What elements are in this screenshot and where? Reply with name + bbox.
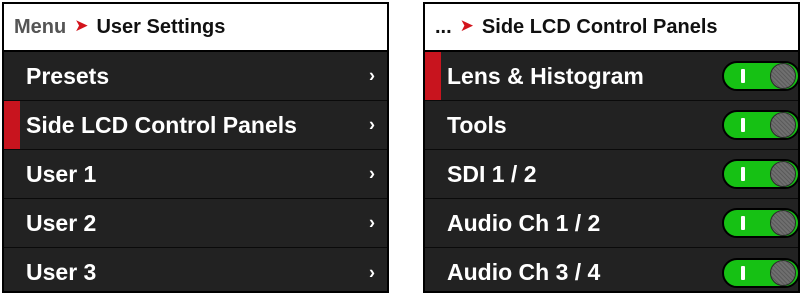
- selection-indicator: [425, 52, 441, 100]
- menu-item-label: Side LCD Control Panels: [26, 111, 297, 138]
- toggle-switch[interactable]: [722, 110, 798, 140]
- breadcrumb: ... ➤ Side LCD Control Panels: [425, 4, 798, 52]
- toggle-row-label: Tools: [447, 111, 507, 138]
- toggle-row-label: Lens & Histogram: [447, 62, 644, 89]
- breadcrumb: Menu ➤ User Settings: [4, 4, 387, 52]
- chevron-right-icon: ›: [369, 114, 375, 135]
- menu-item-user-2[interactable]: User 2 ›: [4, 199, 387, 248]
- menu-item-user-1[interactable]: User 1 ›: [4, 150, 387, 199]
- menu-item-label: User 2: [26, 209, 97, 236]
- toggle-knob: [770, 210, 796, 236]
- toggle-row-label: SDI 1 / 2: [447, 160, 537, 187]
- toggle-knob: [770, 259, 796, 286]
- toggle-row-audio-ch-1-2[interactable]: Audio Ch 1 / 2: [425, 199, 798, 248]
- page-title: User Settings: [96, 15, 226, 38]
- user-settings-panel: Menu ➤ User Settings Presets › Side LCD …: [2, 2, 389, 293]
- toggle-knob: [770, 112, 796, 138]
- toggle-on-icon: [741, 69, 745, 83]
- menu-item-label: Presets: [26, 62, 110, 89]
- page-title: Side LCD Control Panels: [481, 15, 718, 38]
- toggle-on-icon: [741, 216, 745, 230]
- breadcrumb-ellipsis[interactable]: ...: [435, 16, 452, 39]
- selection-indicator: [4, 101, 20, 149]
- toggle-row-label: Audio Ch 3 / 4: [447, 259, 601, 285]
- toggle-on-icon: [741, 167, 745, 181]
- menu-item-presets[interactable]: Presets ›: [4, 52, 387, 101]
- toggle-switch[interactable]: [722, 257, 798, 288]
- breadcrumb-arrow-icon: ➤: [74, 16, 89, 35]
- breadcrumb-arrow-icon: ➤: [459, 16, 474, 35]
- toggle-row-audio-ch-3-4[interactable]: Audio Ch 3 / 4: [425, 248, 798, 291]
- toggle-knob: [770, 161, 796, 187]
- chevron-right-icon: ›: [369, 212, 375, 233]
- menu-item-user-3[interactable]: User 3 ›: [4, 248, 387, 291]
- menu-item-side-lcd-control-panels[interactable]: Side LCD Control Panels ›: [4, 101, 387, 150]
- chevron-right-icon: ›: [369, 65, 375, 86]
- side-lcd-control-panels-panel: ... ➤ Side LCD Control Panels Lens & His…: [423, 2, 800, 293]
- chevron-right-icon: ›: [369, 262, 375, 282]
- breadcrumb-menu[interactable]: Menu: [14, 16, 66, 39]
- menu-item-label: User 3: [26, 259, 97, 285]
- toggle-row-tools[interactable]: Tools: [425, 101, 798, 150]
- toggle-switch[interactable]: [722, 159, 798, 189]
- toggle-switch[interactable]: [722, 61, 798, 91]
- toggle-row-lens-histogram[interactable]: Lens & Histogram: [425, 52, 798, 101]
- toggle-knob: [770, 63, 796, 89]
- toggle-on-icon: [741, 118, 745, 132]
- menu-item-label: User 1: [26, 160, 97, 187]
- chevron-right-icon: ›: [369, 163, 375, 184]
- toggle-switch[interactable]: [722, 208, 798, 238]
- toggle-row-label: Audio Ch 1 / 2: [447, 209, 601, 236]
- toggle-row-sdi[interactable]: SDI 1 / 2: [425, 150, 798, 199]
- toggle-on-icon: [741, 265, 745, 280]
